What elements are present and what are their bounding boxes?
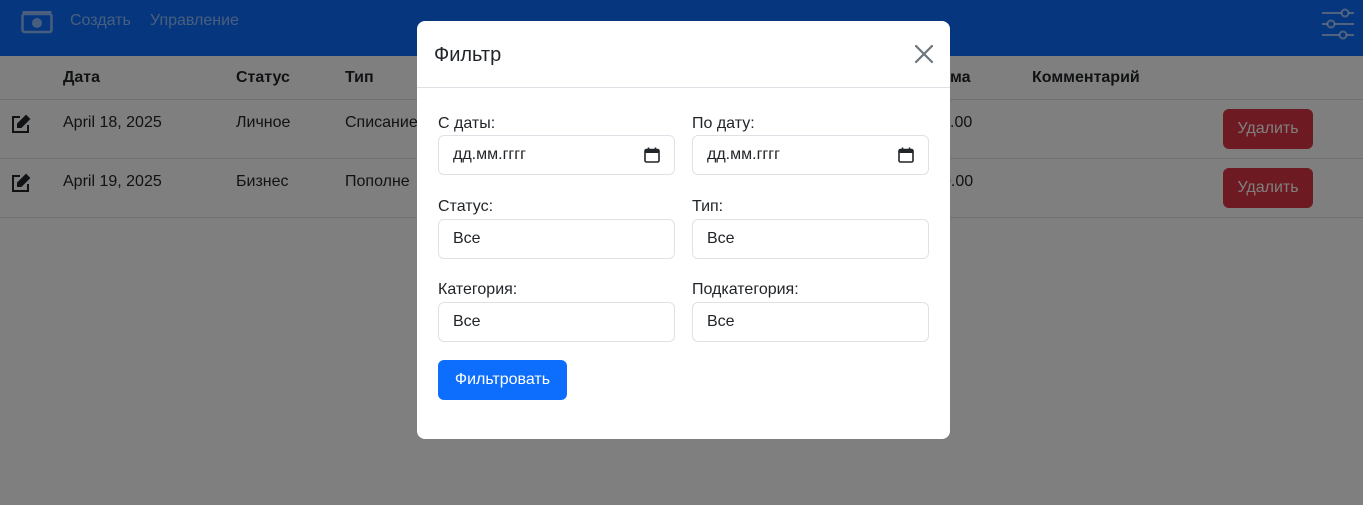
filter-submit-button[interactable]: Фильтровать xyxy=(438,360,567,400)
modal-title: Фильтр xyxy=(434,44,502,66)
status-value: Все xyxy=(453,230,481,247)
category-value: Все xyxy=(453,313,481,330)
type-select[interactable]: Все xyxy=(692,219,929,259)
filter-modal: Фильтр С даты: дд.мм.гггг По дату: дд.мм… xyxy=(417,21,950,439)
type-value: Все xyxy=(707,230,735,247)
to-date-label: По дату: xyxy=(692,115,755,132)
from-date-input[interactable]: дд.мм.гггг xyxy=(438,135,675,175)
subcategory-label: Подкатегория: xyxy=(692,281,799,298)
modal-header: Фильтр xyxy=(417,21,950,88)
from-date-label: С даты: xyxy=(438,115,496,132)
to-date-placeholder: дд.мм.гггг xyxy=(707,146,780,163)
status-select[interactable]: Все xyxy=(438,219,675,259)
type-label: Тип: xyxy=(692,198,724,215)
subcategory-value: Все xyxy=(707,313,735,330)
close-icon[interactable] xyxy=(913,43,935,65)
subcategory-select[interactable]: Все xyxy=(692,302,929,342)
from-date-placeholder: дд.мм.гггг xyxy=(453,146,526,163)
category-select[interactable]: Все xyxy=(438,302,675,342)
calendar-icon[interactable] xyxy=(644,147,660,163)
category-label: Категория: xyxy=(438,281,518,298)
calendar-icon[interactable] xyxy=(898,147,914,163)
to-date-input[interactable]: дд.мм.гггг xyxy=(692,135,929,175)
status-label: Статус: xyxy=(438,198,494,215)
